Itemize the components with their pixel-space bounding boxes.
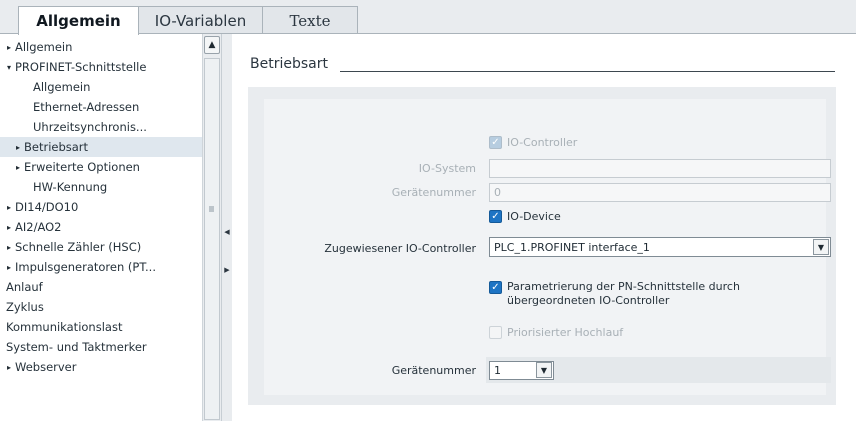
nav-scrollbar[interactable]: ▲ bbox=[202, 34, 221, 421]
nav-item-label: Impulsgeneratoren (PT... bbox=[15, 260, 156, 274]
nav-item-ethernet-adressen[interactable]: Ethernet-Adressen bbox=[0, 97, 202, 117]
nav-item-label: Erweiterte Optionen bbox=[24, 160, 140, 174]
chevron-down-icon[interactable]: ▼ bbox=[813, 239, 829, 255]
expand-arrow-icon[interactable]: ▸ bbox=[12, 163, 24, 172]
nav-item-label: Schnelle Zähler (HSC) bbox=[15, 240, 142, 254]
nav-item-system-und-taktmerker[interactable]: System- und Taktmerker bbox=[0, 337, 202, 357]
tab-io-variablen[interactable]: IO-Variablen bbox=[138, 6, 263, 34]
nav-item-di14-do10[interactable]: ▸ DI14/DO10 bbox=[0, 197, 202, 217]
expand-arrow-icon[interactable]: ▸ bbox=[3, 223, 15, 232]
collapse-arrow-icon[interactable]: ▾ bbox=[3, 63, 15, 72]
priorisierter-hochlauf-row: Priorisierter Hochlauf bbox=[489, 326, 623, 339]
geraetenummer-disabled-field: 0 bbox=[489, 183, 831, 202]
geraetenummer-disabled-label: Gerätenummer bbox=[391, 186, 476, 199]
nav-item-webserver[interactable]: ▸ Webserver bbox=[0, 357, 202, 377]
nav-item-allgemein[interactable]: ▸ Allgemein bbox=[0, 37, 202, 57]
io-system-field bbox=[489, 159, 831, 178]
nav-item-label: AI2/AO2 bbox=[15, 220, 62, 234]
betriebsart-inner-panel: ✓ IO-Controller IO-System Gerätenummer 0… bbox=[264, 99, 831, 395]
geraetenummer-label: Gerätenummer bbox=[391, 364, 476, 377]
parametrierung-label-line1: Parametrierung der PN-Schnittstelle durc… bbox=[507, 280, 740, 293]
expand-arrow-icon[interactable]: ▸ bbox=[3, 203, 15, 212]
expand-arrow-icon[interactable]: ▸ bbox=[3, 43, 15, 52]
io-system-label: IO-System bbox=[418, 162, 476, 175]
expand-arrow-icon[interactable]: ▸ bbox=[12, 143, 24, 152]
collapse-left-icon[interactable]: ◀ bbox=[224, 221, 230, 243]
nav-item-anlauf[interactable]: Anlauf bbox=[0, 277, 202, 297]
parametrierung-label: Parametrierung der PN-Schnittstelle durc… bbox=[507, 280, 740, 308]
betriebsart-panel: ✓ IO-Controller IO-System Gerätenummer 0… bbox=[248, 87, 836, 405]
expand-arrow-icon[interactable]: ▸ bbox=[3, 243, 15, 252]
nav-item-uhrzeitsynchronisation[interactable]: Uhrzeitsynchronis... bbox=[0, 117, 202, 137]
expand-right-icon[interactable]: ▶ bbox=[224, 259, 230, 281]
parametrierung-checkbox[interactable]: ✓ bbox=[489, 281, 502, 294]
io-controller-checkbox: ✓ bbox=[489, 136, 502, 149]
nav-item-label: System- und Taktmerker bbox=[6, 340, 147, 354]
nav-item-impulsgeneratoren[interactable]: ▸ Impulsgeneratoren (PT... bbox=[0, 257, 202, 277]
priorisierter-hochlauf-checkbox bbox=[489, 326, 502, 339]
panel-splitter[interactable]: ◀ ▶ bbox=[222, 34, 232, 421]
nav-item-label: Kommunikationslast bbox=[6, 320, 123, 334]
grip-icon bbox=[209, 206, 214, 212]
nav-item-kommunikationslast[interactable]: Kommunikationslast bbox=[0, 317, 202, 337]
geraetenummer-select[interactable]: 1 ▼ bbox=[489, 361, 554, 380]
nav-item-label: Allgemein bbox=[33, 80, 91, 94]
io-controller-checkbox-row: ✓ IO-Controller bbox=[489, 136, 577, 149]
io-device-label: IO-Device bbox=[507, 210, 561, 223]
nav-item-zyklus[interactable]: Zyklus bbox=[0, 297, 202, 317]
scroll-up-icon[interactable]: ▲ bbox=[204, 36, 220, 54]
priorisierter-hochlauf-label: Priorisierter Hochlauf bbox=[507, 326, 624, 339]
nav-item-hw-kennung[interactable]: HW-Kennung bbox=[0, 177, 202, 197]
assigned-controller-label: Zugewiesener IO-Controller bbox=[324, 242, 476, 255]
nav-item-label: Ethernet-Adressen bbox=[33, 100, 140, 114]
nav-item-label: Allgemein bbox=[15, 40, 73, 54]
nav-item-profinet-schnittstelle[interactable]: ▾ PROFINET-Schnittstelle bbox=[0, 57, 202, 77]
nav-item-profinet-allgemein[interactable]: Allgemein bbox=[0, 77, 202, 97]
nav-item-label: Webserver bbox=[15, 360, 77, 374]
chevron-down-icon[interactable]: ▼ bbox=[536, 362, 552, 378]
assigned-controller-select[interactable]: PLC_1.PROFINET interface_1 ▼ bbox=[489, 237, 831, 257]
nav-item-ai2-ao2[interactable]: ▸ AI2/AO2 bbox=[0, 217, 202, 237]
geraetenummer-value: 1 bbox=[494, 364, 501, 377]
tab-texte[interactable]: Texte bbox=[262, 6, 358, 34]
parametrierung-label-line2: übergeordneten IO-Controller bbox=[507, 294, 670, 307]
nav-item-label: Zyklus bbox=[6, 300, 44, 314]
nav-item-label: DI14/DO10 bbox=[15, 200, 79, 214]
scrollbar-thumb[interactable] bbox=[204, 58, 220, 420]
nav-item-betriebsart[interactable]: ▸ Betriebsart bbox=[0, 137, 202, 157]
parametrierung-checkbox-row[interactable]: ✓ Parametrierung der PN-Schnittstelle du… bbox=[489, 280, 740, 308]
io-device-checkbox-row[interactable]: ✓ IO-Device bbox=[489, 210, 561, 223]
tab-bar: Allgemein IO-Variablen Texte bbox=[0, 0, 856, 35]
section-title: Betriebsart bbox=[250, 56, 328, 72]
nav-item-label: HW-Kennung bbox=[33, 180, 108, 194]
nav-item-erweiterte-optionen[interactable]: ▸ Erweiterte Optionen bbox=[0, 157, 202, 177]
section-divider bbox=[340, 71, 835, 72]
io-device-checkbox[interactable]: ✓ bbox=[489, 210, 502, 223]
navigation-tree: ▸ Allgemein ▾ PROFINET-Schnittstelle All… bbox=[0, 34, 222, 421]
nav-item-label: Anlauf bbox=[6, 280, 43, 294]
properties-content: Betriebsart ✓ IO-Controller IO-System Ge… bbox=[232, 34, 856, 421]
io-controller-label: IO-Controller bbox=[507, 136, 578, 149]
nav-item-label: Uhrzeitsynchronis... bbox=[33, 120, 147, 134]
assigned-controller-value: PLC_1.PROFINET interface_1 bbox=[494, 240, 650, 254]
nav-item-label: Betriebsart bbox=[24, 140, 89, 154]
expand-arrow-icon[interactable]: ▸ bbox=[3, 263, 15, 272]
nav-item-schnelle-zaehler[interactable]: ▸ Schnelle Zähler (HSC) bbox=[0, 237, 202, 257]
nav-item-label: PROFINET-Schnittstelle bbox=[15, 60, 147, 74]
expand-arrow-icon[interactable]: ▸ bbox=[3, 363, 15, 372]
tab-allgemein[interactable]: Allgemein bbox=[18, 6, 139, 35]
